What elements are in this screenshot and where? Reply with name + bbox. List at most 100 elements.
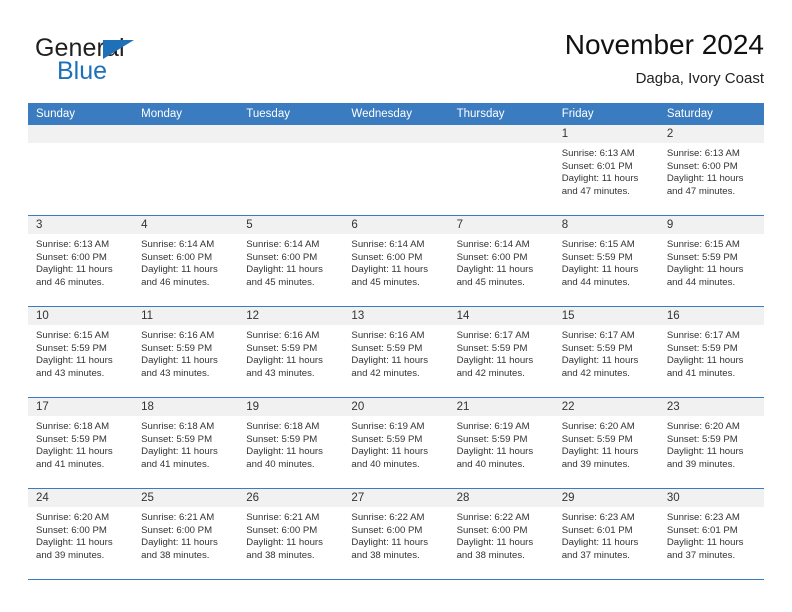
calendar-page: General Blue November 2024 Dagba, Ivory …	[0, 0, 792, 612]
daylight-text-line1: Daylight: 11 hours	[36, 355, 113, 367]
page-title: November 2024	[564, 29, 764, 60]
day-number: 10	[28, 307, 134, 325]
calendar-week-row: 10 Sunrise: 6:15 AM Sunset: 5:59 PM Dayligh…	[28, 307, 764, 398]
day-number	[238, 125, 344, 143]
calendar-day-cell[interactable]: 25 Sunrise: 6:21 AM Sunset: 6:00 PM Dayligh…	[133, 489, 239, 579]
day-details: Sunrise: 6:23 AM Sunset: 6:01 PM Daylight:…	[659, 507, 764, 562]
calendar-day-cell[interactable]: 9 Sunrise: 6:15 AM Sunset: 5:59 PM Daylight…	[658, 216, 764, 306]
day-details: Sunrise: 6:20 AM Sunset: 5:59 PM Daylight:…	[659, 416, 764, 471]
calendar-day-cell[interactable]: 16 Sunrise: 6:17 AM Sunset: 5:59 PM Dayligh…	[658, 307, 764, 397]
day-number: 19	[238, 398, 344, 416]
calendar-day-cell[interactable]: 23 Sunrise: 6:20 AM Sunset: 5:59 PM Dayligh…	[658, 398, 764, 488]
day-number: 21	[448, 398, 554, 416]
sunrise-text: Sunrise: 6:19 AM	[351, 421, 425, 432]
day-details: Sunrise: 6:22 AM Sunset: 6:00 PM Daylight:…	[343, 507, 448, 562]
calendar-day-cell[interactable]: 14 Sunrise: 6:17 AM Sunset: 5:59 PM Dayligh…	[448, 307, 554, 397]
day-number: 8	[553, 216, 659, 234]
sunrise-text: Sunrise: 6:16 AM	[246, 330, 320, 341]
daylight-text-line1: Daylight: 11 hours	[141, 355, 218, 367]
calendar-day-cell[interactable]: 2 Sunrise: 6:13 AM Sunset: 6:00 PM Daylight…	[658, 125, 764, 215]
sunset-text: Sunset: 6:00 PM	[351, 251, 423, 263]
sunrise-text: Sunrise: 6:14 AM	[456, 239, 530, 250]
daylight-text-line2: and 41 minutes.	[141, 458, 210, 470]
calendar-day-cell[interactable]: 12 Sunrise: 6:16 AM Sunset: 5:59 PM Dayligh…	[238, 307, 344, 397]
sunset-text: Sunset: 5:59 PM	[36, 433, 107, 445]
calendar-day-cell[interactable]: 24 Sunrise: 6:20 AM Sunset: 6:00 PM Dayligh…	[28, 489, 134, 579]
day-details: Sunrise: 6:16 AM Sunset: 5:59 PM Daylight:…	[133, 325, 238, 380]
sunrise-text: Sunrise: 6:17 AM	[456, 330, 530, 341]
calendar-day-cell[interactable]: 4 Sunrise: 6:14 AM Sunset: 6:00 PM Daylight…	[133, 216, 239, 306]
calendar-day-cell[interactable]: 28 Sunrise: 6:22 AM Sunset: 6:00 PM Dayligh…	[448, 489, 554, 579]
logo-triangle-icon	[103, 40, 134, 59]
calendar-day-cell[interactable]: 20 Sunrise: 6:19 AM Sunset: 5:59 PM Dayligh…	[343, 398, 449, 488]
sunrise-text: Sunrise: 6:18 AM	[36, 421, 110, 432]
daylight-text-line2: and 39 minutes.	[36, 549, 105, 561]
calendar-day-cell[interactable]: 8 Sunrise: 6:15 AM Sunset: 5:59 PM Daylight…	[553, 216, 659, 306]
calendar-day-cell[interactable]: 15 Sunrise: 6:17 AM Sunset: 5:59 PM Dayligh…	[553, 307, 659, 397]
sunrise-text: Sunrise: 6:13 AM	[36, 239, 110, 250]
calendar-day-cell[interactable]: 6 Sunrise: 6:14 AM Sunset: 6:00 PM Daylight…	[343, 216, 449, 306]
calendar-day-cell[interactable]: 21 Sunrise: 6:19 AM Sunset: 5:59 PM Dayligh…	[448, 398, 554, 488]
sunrise-text: Sunrise: 6:17 AM	[666, 330, 740, 341]
day-number: 2	[658, 125, 764, 143]
daylight-text-line1: Daylight: 11 hours	[351, 446, 429, 458]
day-number: 15	[553, 307, 659, 325]
calendar-day-cell[interactable]: 30 Sunrise: 6:23 AM Sunset: 6:01 PM Dayligh…	[658, 489, 764, 579]
calendar-day-cell[interactable]: 5 Sunrise: 6:14 AM Sunset: 6:00 PM Daylight…	[238, 216, 344, 306]
calendar-day-cell[interactable]: 17 Sunrise: 6:18 AM Sunset: 5:59 PM Dayligh…	[28, 398, 134, 488]
sunrise-text: Sunrise: 6:15 AM	[561, 239, 635, 250]
sunset-text: Sunset: 5:59 PM	[351, 342, 423, 354]
day-details: Sunrise: 6:17 AM Sunset: 5:59 PM Daylight:…	[554, 325, 659, 380]
calendar-day-cell[interactable]: 10 Sunrise: 6:15 AM Sunset: 5:59 PM Dayligh…	[28, 307, 134, 397]
daylight-text-line2: and 46 minutes.	[141, 276, 210, 288]
calendar-day-cell[interactable]: 3 Sunrise: 6:13 AM Sunset: 6:00 PM Daylight…	[28, 216, 134, 306]
daylight-text-line1: Daylight: 11 hours	[36, 446, 113, 458]
sunrise-text: Sunrise: 6:21 AM	[141, 512, 215, 523]
day-number: 16	[658, 307, 764, 325]
sunset-text: Sunset: 6:00 PM	[36, 251, 107, 263]
day-number: 17	[28, 398, 134, 416]
daylight-text-line2: and 42 minutes.	[561, 367, 630, 379]
general-blue-logo[interactable]: General Blue	[28, 30, 228, 92]
calendar-grid: Sunday Monday Tuesday Wednesday Thursday…	[28, 103, 764, 580]
calendar-day-cell[interactable]: 26 Sunrise: 6:21 AM Sunset: 6:00 PM Dayligh…	[238, 489, 344, 579]
daylight-text-line1: Daylight: 11 hours	[561, 264, 639, 276]
day-number: 7	[448, 216, 554, 234]
daylight-text-line2: and 45 minutes.	[351, 276, 420, 288]
daylight-text-line2: and 38 minutes.	[351, 549, 420, 561]
sunset-text: Sunset: 6:01 PM	[666, 524, 738, 536]
calendar-day-cell[interactable]: 11 Sunrise: 6:16 AM Sunset: 5:59 PM Dayligh…	[133, 307, 239, 397]
day-number: 1	[553, 125, 659, 143]
calendar-weeks: 1 Sunrise: 6:13 AM Sunset: 6:01 PM Daylight…	[28, 125, 764, 580]
day-details: Sunrise: 6:20 AM Sunset: 6:00 PM Daylight:…	[28, 507, 133, 562]
weekday-tuesday: Tuesday	[246, 108, 290, 120]
calendar-day-cell[interactable]: 13 Sunrise: 6:16 AM Sunset: 5:59 PM Dayligh…	[343, 307, 449, 397]
sunrise-text: Sunrise: 6:22 AM	[456, 512, 530, 523]
day-details: Sunrise: 6:19 AM Sunset: 5:59 PM Daylight:…	[343, 416, 448, 471]
daylight-text-line2: and 47 minutes.	[561, 185, 630, 197]
weekday-monday: Monday	[141, 108, 183, 120]
calendar-week-row: 24 Sunrise: 6:20 AM Sunset: 6:00 PM Dayligh…	[28, 489, 764, 580]
calendar-day-cell[interactable]: 27 Sunrise: 6:22 AM Sunset: 6:00 PM Dayligh…	[343, 489, 449, 579]
day-details: Sunrise: 6:15 AM Sunset: 5:59 PM Daylight:…	[28, 325, 133, 380]
calendar-day-cell-empty	[448, 125, 554, 215]
daylight-text-line1: Daylight: 11 hours	[246, 446, 323, 458]
day-details: Sunrise: 6:16 AM Sunset: 5:59 PM Daylight:…	[343, 325, 448, 380]
calendar-day-cell[interactable]: 22 Sunrise: 6:20 AM Sunset: 5:59 PM Dayligh…	[553, 398, 659, 488]
logo-text-blue: Blue	[57, 57, 108, 85]
calendar-day-cell[interactable]: 19 Sunrise: 6:18 AM Sunset: 5:59 PM Dayligh…	[238, 398, 344, 488]
day-details: Sunrise: 6:13 AM Sunset: 6:00 PM Daylight:…	[659, 143, 764, 198]
day-number: 27	[343, 489, 449, 507]
calendar-day-cell[interactable]: 1 Sunrise: 6:13 AM Sunset: 6:01 PM Daylight…	[553, 125, 659, 215]
sunrise-text: Sunrise: 6:18 AM	[246, 421, 320, 432]
calendar-day-cell[interactable]: 7 Sunrise: 6:14 AM Sunset: 6:00 PM Daylight…	[448, 216, 554, 306]
day-number: 30	[658, 489, 764, 507]
calendar-day-cell[interactable]: 18 Sunrise: 6:18 AM Sunset: 5:59 PM Dayligh…	[133, 398, 239, 488]
calendar-day-cell[interactable]: 29 Sunrise: 6:23 AM Sunset: 6:01 PM Dayligh…	[553, 489, 659, 579]
sunrise-text: Sunrise: 6:16 AM	[351, 330, 425, 341]
daylight-text-line1: Daylight: 11 hours	[351, 537, 429, 549]
day-number	[133, 125, 239, 143]
sunset-text: Sunset: 5:59 PM	[666, 251, 738, 263]
sunset-text: Sunset: 5:59 PM	[141, 342, 213, 354]
day-number: 12	[238, 307, 344, 325]
